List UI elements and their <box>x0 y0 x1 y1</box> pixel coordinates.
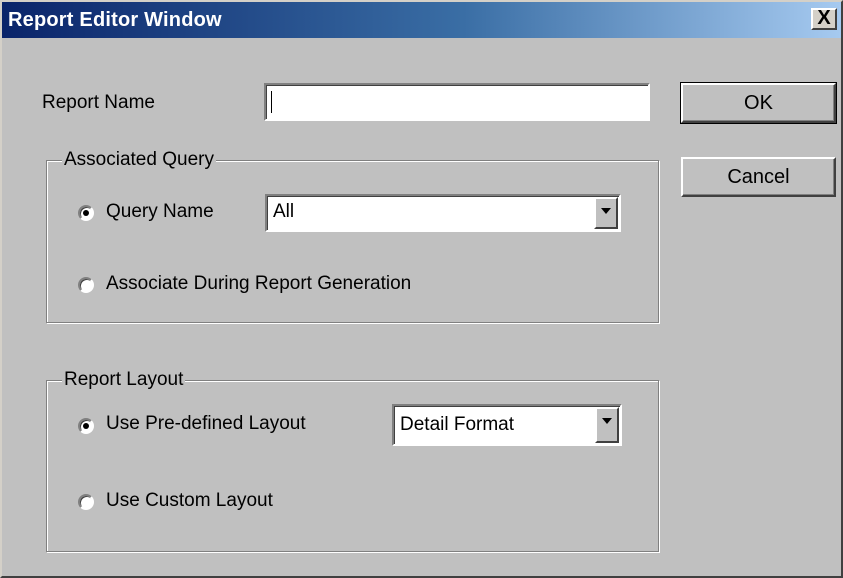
radio-selected-dot <box>83 423 89 429</box>
close-icon: X <box>817 7 831 29</box>
predefined-layout-radio[interactable] <box>78 418 94 434</box>
ok-button[interactable]: OK <box>680 82 837 124</box>
report-name-input[interactable] <box>264 83 650 121</box>
cancel-button[interactable]: Cancel <box>681 157 836 197</box>
query-name-select[interactable]: All <box>265 194 621 232</box>
ok-button-label: OK <box>744 92 773 114</box>
predefined-layout-label[interactable]: Use Pre-defined Layout <box>106 413 306 435</box>
query-name-label[interactable]: Query Name <box>106 201 214 223</box>
close-button[interactable]: X <box>811 8 837 30</box>
chevron-down-icon[interactable] <box>595 407 619 443</box>
report-editor-window: Report Editor Window X Report Name OK Ca… <box>0 0 843 578</box>
associated-query-legend: Associated Query <box>62 149 216 171</box>
associated-query-group <box>46 160 659 323</box>
report-layout-legend: Report Layout <box>62 369 186 391</box>
chevron-down-icon[interactable] <box>594 197 618 229</box>
layout-select[interactable]: Detail Format <box>392 404 622 446</box>
associate-during-generation-radio[interactable] <box>78 277 94 293</box>
window-title: Report Editor Window <box>8 9 222 31</box>
text-caret <box>271 91 272 113</box>
custom-layout-radio[interactable] <box>78 494 94 510</box>
associate-during-generation-label[interactable]: Associate During Report Generation <box>106 273 411 295</box>
query-name-radio[interactable] <box>78 205 94 221</box>
query-name-select-value: All <box>273 201 295 222</box>
report-name-label: Report Name <box>42 92 155 113</box>
cancel-button-label: Cancel <box>727 166 790 188</box>
custom-layout-label[interactable]: Use Custom Layout <box>106 490 273 512</box>
layout-select-value: Detail Format <box>400 414 515 435</box>
radio-selected-dot <box>83 210 89 216</box>
title-bar[interactable]: Report Editor Window X <box>2 2 841 38</box>
